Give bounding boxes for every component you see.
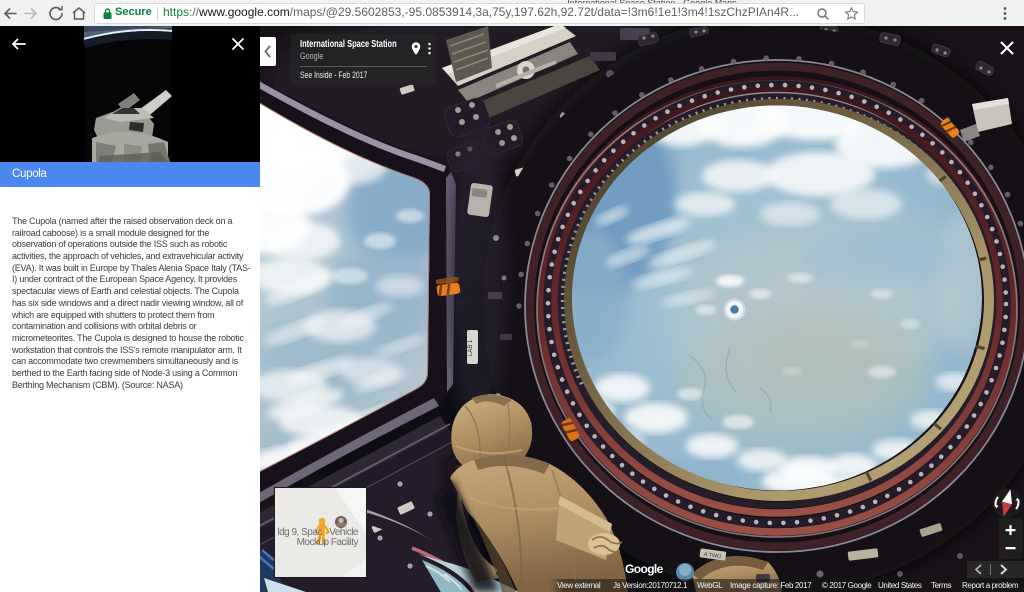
svg-text:LAB 1: LAB 1 xyxy=(468,339,474,356)
